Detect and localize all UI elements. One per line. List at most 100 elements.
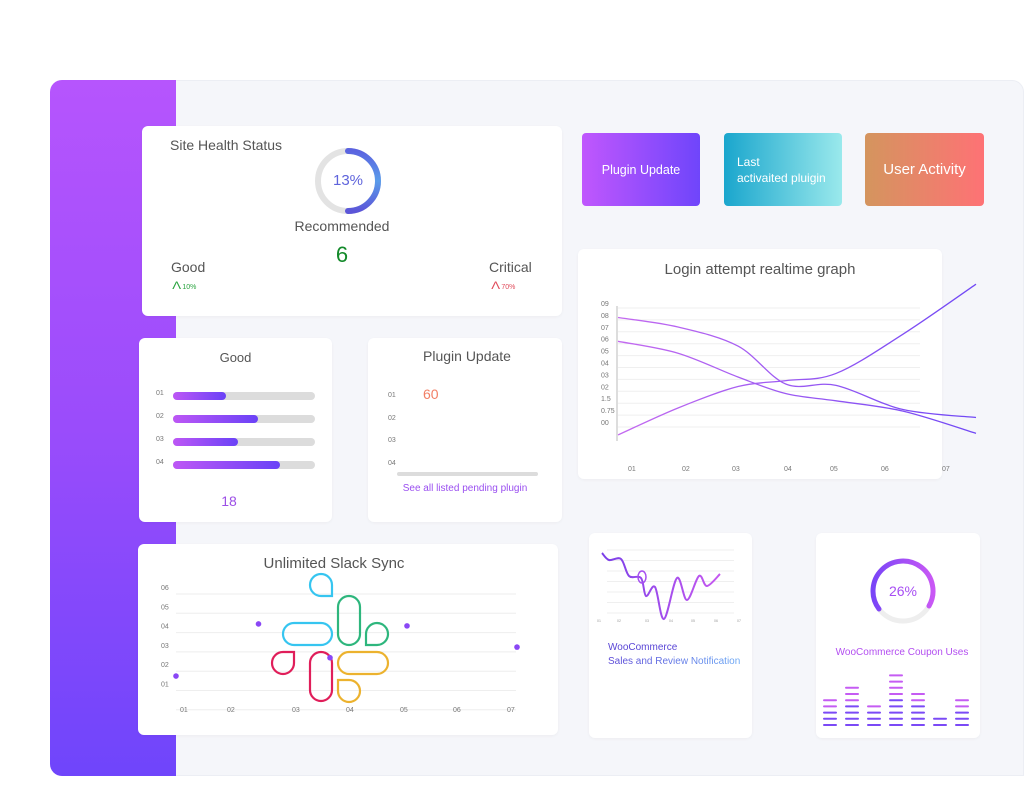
caret-up-icon: Λ xyxy=(491,280,501,292)
equalizer-segment xyxy=(889,699,903,702)
equalizer-segment xyxy=(845,724,859,726)
equalizer-segment xyxy=(911,724,925,726)
login-x-tick: 03 xyxy=(732,466,740,473)
good-bar-fill xyxy=(173,392,226,400)
equalizer-segment xyxy=(845,711,859,714)
good-label: Good xyxy=(171,259,206,275)
login-x-tick: 04 xyxy=(784,466,792,473)
login-y-tick: 08 xyxy=(601,313,609,320)
slack-scatter-point xyxy=(255,621,262,627)
critical-label: Critical xyxy=(489,259,532,275)
equalizer-column xyxy=(845,686,859,726)
good-bar-row: 02 xyxy=(156,413,316,423)
login-x-tick: 07 xyxy=(942,466,950,473)
site-health-title: Site Health Status xyxy=(170,137,283,153)
good-bar-track xyxy=(173,415,315,423)
good-bar-track xyxy=(173,392,315,400)
slack-scatter-point xyxy=(327,654,333,661)
recommended-label: Recommended xyxy=(294,218,390,234)
slack-y-tick: 02 xyxy=(161,662,169,669)
last-activated-line2: activaited pluigin xyxy=(737,170,826,185)
site-health-percent: 13% xyxy=(332,172,364,189)
plugin-update-card-title: Plugin Update xyxy=(423,348,511,364)
login-y-tick: 04 xyxy=(601,361,609,368)
woocommerce-coupon-card: 26% WooCommerce Coupon Uses xyxy=(816,533,980,738)
equalizer-segment xyxy=(933,724,947,726)
woocommerce-sales-card: 01 02 03 04 05 06 07 WooCommerce Sales and Rev… xyxy=(589,533,752,738)
good-bar-label: 04 xyxy=(156,459,164,466)
login-graph-chart: 00 0.75 1.5 02 03 04 05 06 07 08 09 01 02 03 04 05 06 07 xyxy=(601,283,977,473)
plugin-row-label: 01 xyxy=(388,392,396,399)
equalizer-segment xyxy=(889,724,903,726)
equalizer-segment xyxy=(889,693,903,695)
woo-x-tick: 07 xyxy=(737,619,741,623)
good-bar-fill xyxy=(173,438,239,446)
login-y-tick: 05 xyxy=(601,349,609,356)
slack-logo-icon xyxy=(270,572,390,704)
slack-y-tick: 04 xyxy=(161,624,169,631)
login-x-tick: 06 xyxy=(881,466,889,473)
user-activity-button-label: User Activity xyxy=(883,161,966,178)
user-activity-button[interactable]: User Activity xyxy=(865,133,984,206)
plugin-update-count: 60 xyxy=(423,386,439,402)
equalizer-segment xyxy=(911,699,925,702)
woocommerce-sales-title-line1: WooCommerce xyxy=(608,642,678,653)
coupon-percent: 26% xyxy=(888,583,918,599)
equalizer-segment xyxy=(845,717,859,720)
equalizer-segment xyxy=(911,711,925,714)
equalizer-segment xyxy=(845,693,859,695)
plugin-row-label: 03 xyxy=(388,437,396,444)
equalizer-segment xyxy=(845,699,859,702)
login-y-tick: 0.75 xyxy=(601,408,615,415)
good-bar-row: 04 xyxy=(156,459,316,469)
equalizer-segment xyxy=(955,717,969,720)
slack-logo-cyan-drop xyxy=(308,572,334,598)
see-all-pending-plugins-link[interactable]: See all listed pending plugin xyxy=(368,483,562,494)
equalizer-segment xyxy=(955,699,969,702)
critical-trend: Λ70% xyxy=(491,280,516,292)
woo-x-tick: 04 xyxy=(669,619,673,623)
login-x-tick: 01 xyxy=(628,466,636,473)
slack-y-tick: 06 xyxy=(161,585,169,592)
slack-scatter-point xyxy=(404,623,410,629)
good-bar-fill xyxy=(173,461,280,469)
equalizer-segment xyxy=(823,705,837,708)
slack-logo-green-bar xyxy=(336,594,362,647)
equalizer-segment xyxy=(823,699,837,702)
good-bar-row: 03 xyxy=(156,436,316,446)
woo-sales-line xyxy=(601,552,721,621)
plugin-list-scrollbar[interactable] xyxy=(397,472,538,476)
login-x-tick: 02 xyxy=(682,466,690,473)
plugin-update-button-label: Plugin Update xyxy=(601,162,681,177)
good-bar-label: 01 xyxy=(156,390,164,397)
woocommerce-sales-chart: 01 02 03 04 05 06 07 xyxy=(597,549,741,623)
login-y-tick: 1.5 xyxy=(601,396,611,403)
site-health-card: Site Health Status 13% Recommended 6 Goo… xyxy=(142,126,562,316)
slack-x-tick: 06 xyxy=(453,707,461,714)
good-bar-track xyxy=(173,461,315,469)
login-y-tick: 00 xyxy=(601,420,609,427)
good-bar-label: 03 xyxy=(156,436,164,443)
equalizer-segment xyxy=(911,693,925,695)
woo-x-tick: 06 xyxy=(714,619,718,623)
equalizer-segment xyxy=(889,674,903,677)
equalizer-column xyxy=(867,705,881,726)
slack-x-tick: 02 xyxy=(227,707,235,714)
slack-scatter-point xyxy=(514,644,520,650)
good-bar-fill xyxy=(173,415,259,423)
critical-trend-value: 70% xyxy=(501,284,516,291)
last-activated-plugin-button[interactable]: Last activaited pluigin xyxy=(724,133,842,206)
equalizer-segment xyxy=(955,711,969,714)
login-x-tick: 05 xyxy=(830,466,838,473)
slack-y-tick: 05 xyxy=(161,604,169,611)
plugin-row-label: 02 xyxy=(388,415,396,422)
good-bar-track xyxy=(173,438,315,446)
equalizer-segment xyxy=(823,711,837,714)
equalizer-segment xyxy=(823,724,837,726)
equalizer-column xyxy=(911,693,925,726)
slack-x-tick: 07 xyxy=(507,707,515,714)
slack-sync-card: Unlimited Slack Sync 01 02 03 04 05 06 01 02 03 0… xyxy=(138,544,558,735)
equalizer-segment xyxy=(845,705,859,708)
equalizer-segment xyxy=(911,705,925,708)
plugin-update-button[interactable]: Plugin Update xyxy=(582,133,700,206)
